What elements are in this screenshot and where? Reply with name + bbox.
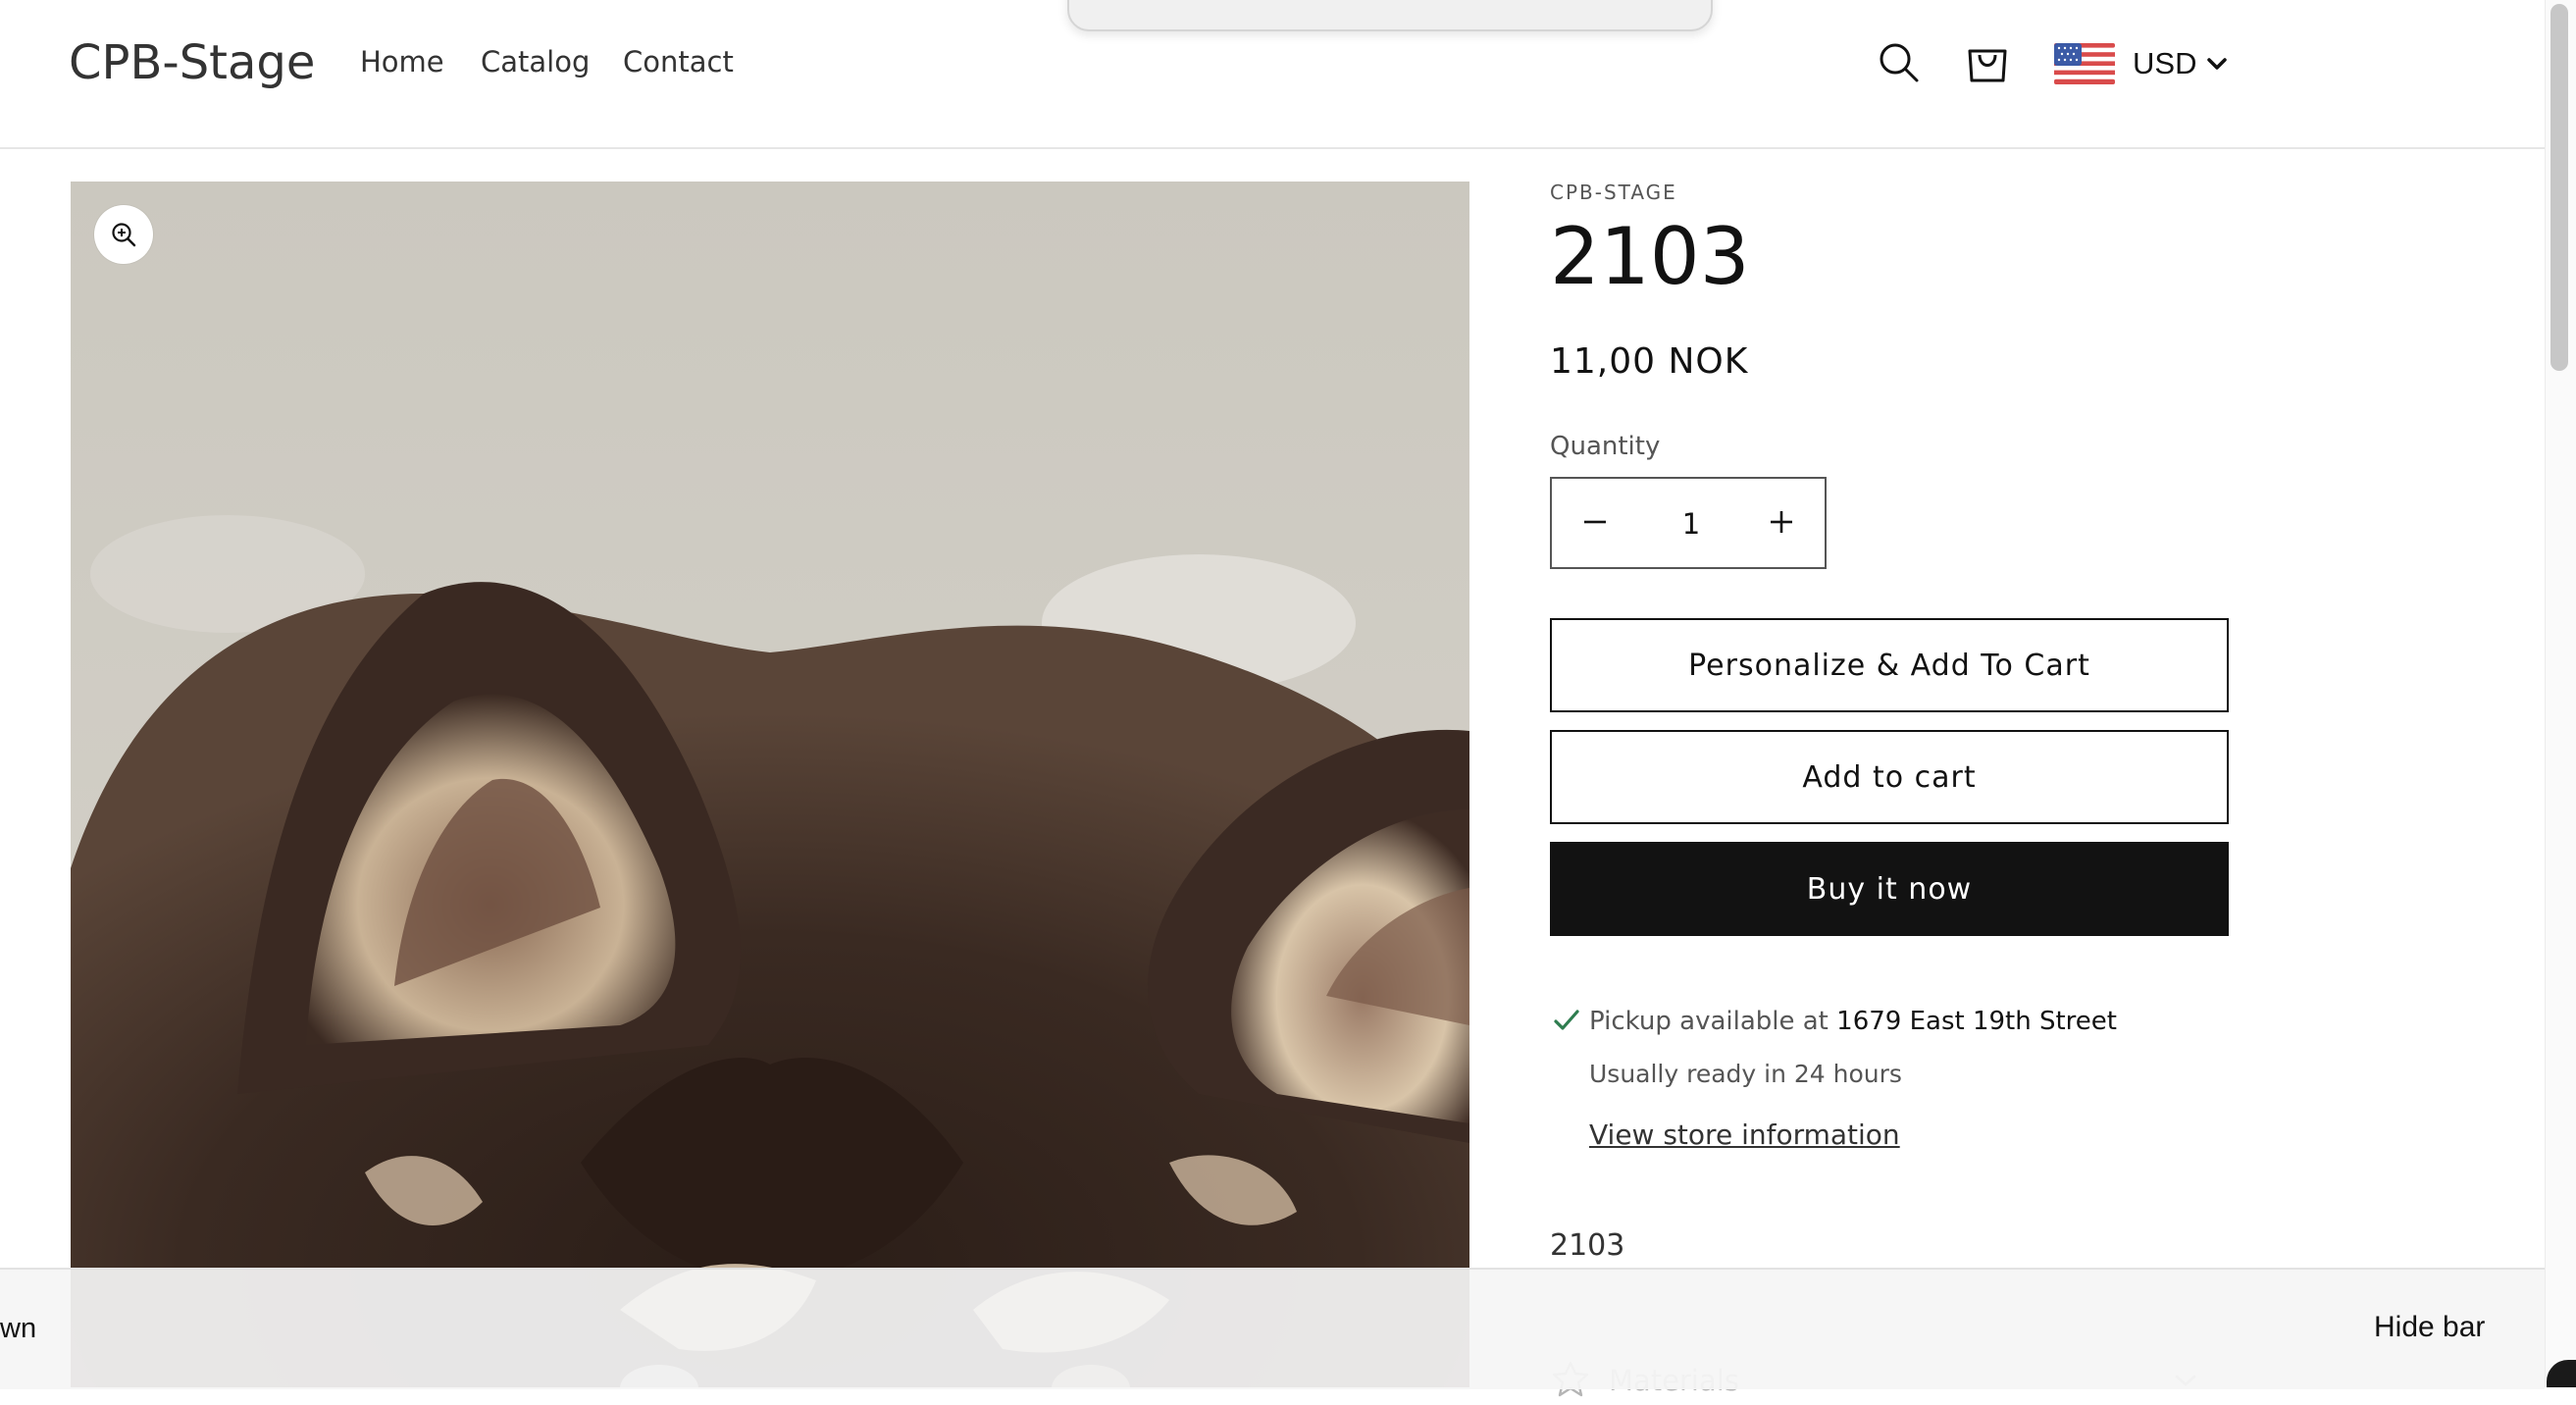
personalize-add-to-cart-button[interactable]: Personalize & Add To Cart: [1550, 618, 2229, 712]
nav-contact[interactable]: Contact: [623, 45, 734, 78]
quantity-decrease-button[interactable]: [1570, 496, 1621, 547]
nav-catalog[interactable]: Catalog: [481, 45, 590, 78]
currency-selector[interactable]: USD: [2054, 39, 2231, 88]
search-icon[interactable]: [1878, 41, 1921, 88]
add-to-cart-button[interactable]: Add to cart: [1550, 730, 2229, 824]
product-price: 11,00 NOK: [1550, 341, 1749, 382]
nav-home[interactable]: Home: [360, 45, 444, 78]
pickup-ready-time: Usually ready in 24 hours: [1589, 1060, 1902, 1088]
checkmark-icon: [1554, 1009, 1579, 1036]
buy-it-now-button[interactable]: Buy it now: [1550, 842, 2229, 936]
pickup-availability: Pickup available at 1679 East 19th Stree…: [1589, 1007, 2117, 1036]
quantity-increase-button[interactable]: [1756, 496, 1807, 547]
scrollbar-thumb[interactable]: [2550, 4, 2568, 371]
product-title: 2103: [1550, 211, 1750, 302]
currency-code: USD: [2133, 46, 2197, 80]
view-store-info-link[interactable]: View store information: [1589, 1119, 1900, 1151]
cart-icon[interactable]: [1966, 39, 2009, 88]
store-logo[interactable]: CPB-Stage: [69, 35, 315, 90]
zoom-in-icon: [112, 223, 136, 247]
product-description: 2103: [1550, 1228, 1625, 1263]
chevron-down-icon: [2207, 58, 2228, 70]
product-image[interactable]: [71, 182, 1469, 1387]
product-vendor: CPB-STAGE: [1550, 181, 1677, 204]
plus-icon: [1771, 511, 1792, 533]
bottom-notification-bar: [0, 1268, 2545, 1389]
bottom-bar-text: wn: [0, 1313, 37, 1344]
hide-bar-button[interactable]: Hide bar: [2374, 1311, 2485, 1344]
us-flag-icon: [2054, 43, 2115, 84]
minus-icon: [1584, 520, 1606, 524]
zoom-button[interactable]: [94, 205, 153, 264]
quantity-input[interactable]: [1630, 500, 1752, 547]
pickup-location: 1679 East 19th Street: [1836, 1007, 2117, 1036]
quantity-label: Quantity: [1550, 432, 1661, 461]
